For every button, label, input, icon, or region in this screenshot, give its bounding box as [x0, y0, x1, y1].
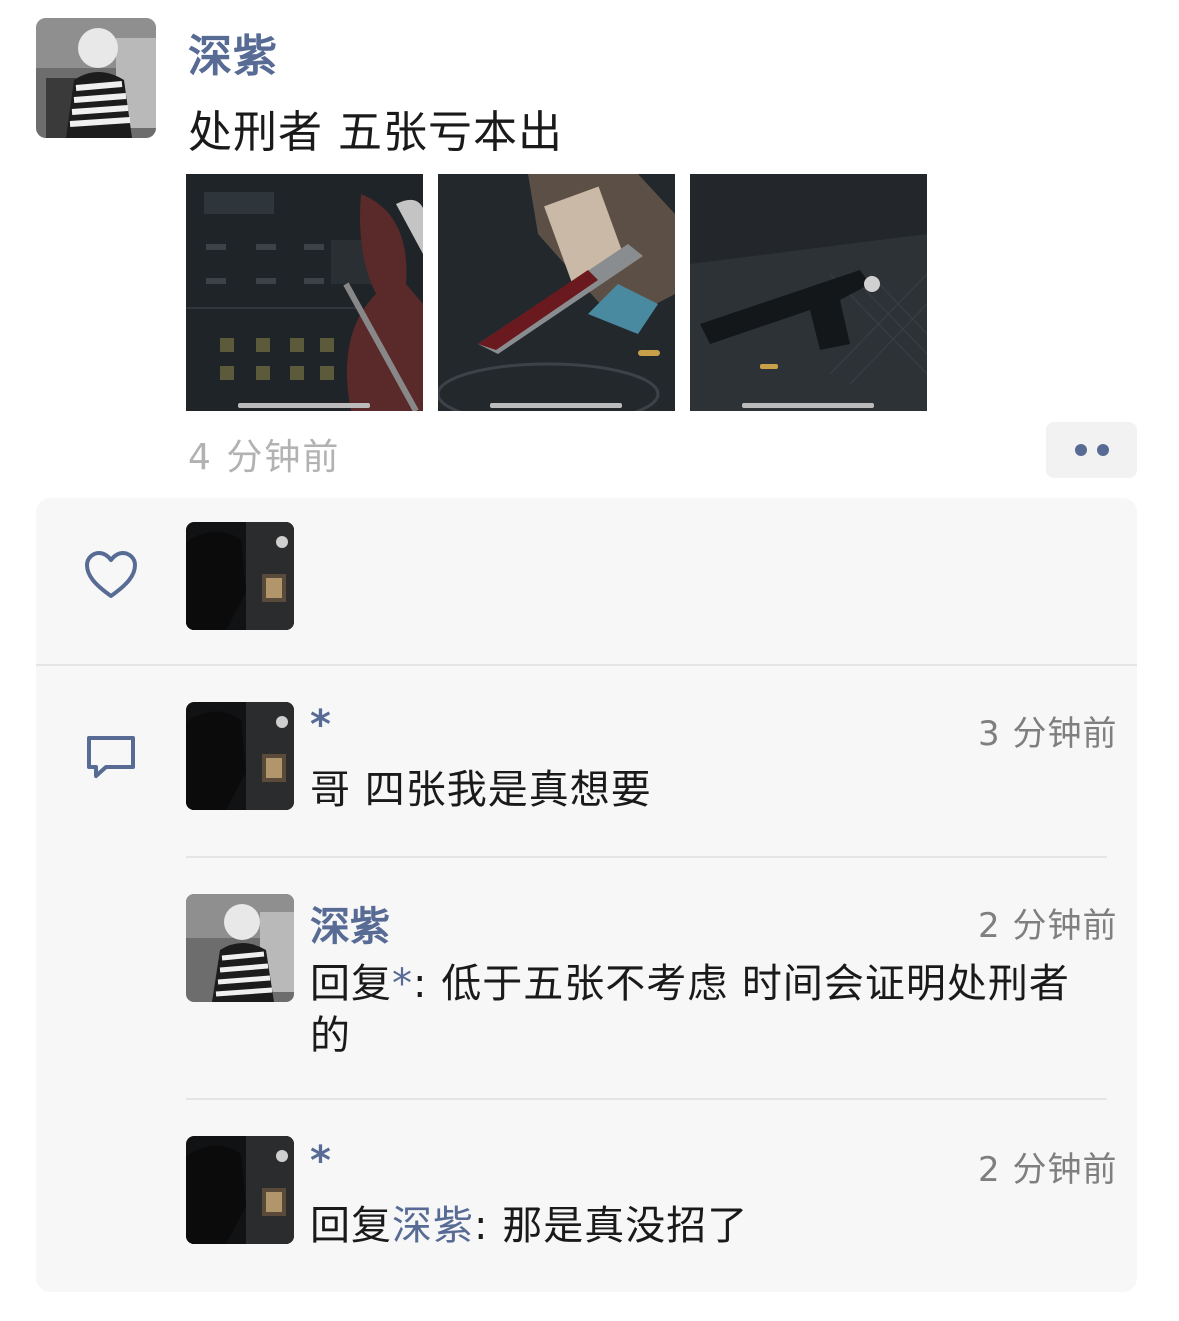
commenter-avatar[interactable]	[186, 894, 294, 1002]
heart-icon	[85, 551, 137, 598]
liker-avatar[interactable]	[186, 522, 294, 630]
more-options-button[interactable]	[1046, 422, 1137, 478]
reply-body: 那是真没招了	[502, 1203, 749, 1249]
divider	[186, 856, 1107, 858]
post-text: 处刑者 五张亏本出	[188, 107, 563, 158]
comment-text: 哥 四张我是真想要	[310, 767, 652, 813]
author-avatar[interactable]	[36, 18, 156, 138]
comment-text: 回复深紫: 那是真没招了	[310, 1200, 1110, 1252]
reply-separator: :	[474, 1203, 489, 1249]
commenter-avatar[interactable]	[186, 702, 294, 810]
divider	[36, 664, 1137, 666]
reply-target[interactable]: *	[392, 961, 413, 1007]
comment-timestamp: 2 分钟前	[978, 1150, 1118, 1190]
likes-comments-panel: * 3 分钟前 哥 四张我是真想要 深紫 2 分钟前 回复*: 低于五张不考虑 …	[36, 498, 1137, 1292]
comment-text: 回复*: 低于五张不考虑 时间会证明处刑者的	[310, 958, 1110, 1062]
comment-author[interactable]: 深紫	[310, 894, 390, 952]
dot-icon	[1096, 444, 1109, 456]
reply-prefix: 回复	[310, 961, 392, 1007]
comment-author[interactable]: *	[310, 702, 331, 748]
comment-author[interactable]: *	[310, 1138, 331, 1184]
post-image-3[interactable]	[690, 174, 927, 411]
dot-icon	[1074, 444, 1087, 456]
comment-timestamp: 3 分钟前	[978, 714, 1118, 754]
commenter-avatar[interactable]	[186, 1136, 294, 1244]
comment-icon	[87, 736, 135, 778]
reply-separator: :	[413, 961, 428, 1007]
reply-target[interactable]: 深紫	[392, 1203, 474, 1249]
post-image-2[interactable]	[438, 174, 675, 411]
comment-timestamp: 2 分钟前	[978, 906, 1118, 946]
divider	[186, 1098, 1107, 1100]
post-image-1[interactable]	[186, 174, 423, 411]
reply-prefix: 回复	[310, 1203, 392, 1249]
post-author-name[interactable]: 深紫	[188, 20, 278, 84]
post-timestamp: 4 分钟前	[188, 437, 341, 478]
